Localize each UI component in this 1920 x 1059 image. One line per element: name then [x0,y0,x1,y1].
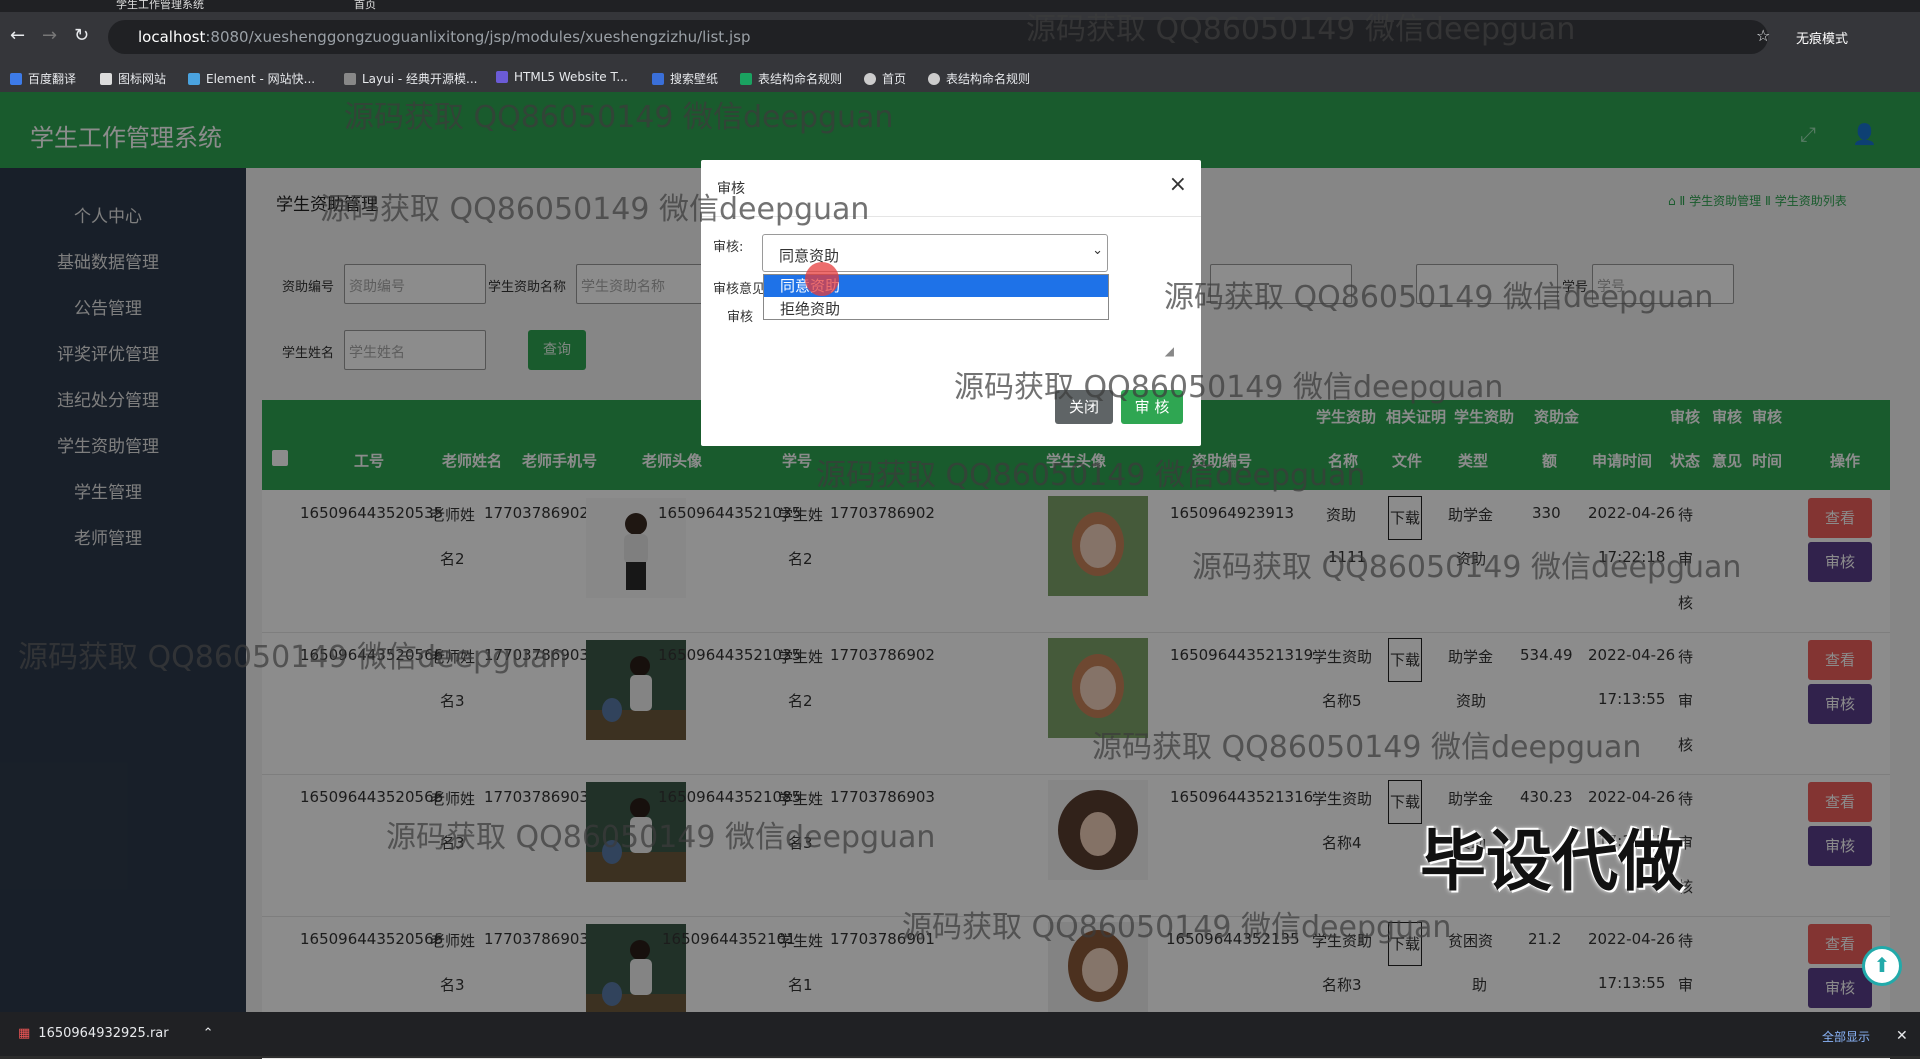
bookmark-6[interactable]: 表结构命名规则 [740,70,842,87]
back-icon[interactable]: ← [10,26,25,46]
star-icon[interactable]: ☆ [1756,26,1770,46]
download-item[interactable]: ▦ 1650964932925.rar ⌃ [18,1026,214,1041]
select-value: 同意资助 [779,247,840,265]
close-download-bar-icon[interactable]: ✕ [1896,1026,1908,1046]
opinion-label: 审核意见 [713,282,766,297]
watermark: 源码获取 QQ86050149 微信deepguan [816,458,1366,493]
browser-tabstrip: 学生工作管理系统 首页 [0,0,1920,12]
bookmark-5[interactable]: 搜索壁纸 [652,70,718,87]
archive-icon: ▦ [18,1026,31,1041]
watermark: 源码获取 QQ86050149 微信deepguan [1026,12,1576,47]
bookmark-3[interactable]: Layui - 经典开源模... [344,70,477,87]
bookmark-7[interactable]: 首页 [864,70,906,87]
bookmark-4[interactable]: HTML5 Website T... [496,70,628,84]
resize-handle-icon[interactable]: ◢ [1165,344,1174,358]
reload-icon[interactable]: ↻ [74,26,89,46]
option-reject[interactable]: 拒绝资助 [764,298,1108,320]
chevron-up-icon: ⌃ [202,1026,214,1041]
bookmark-8[interactable]: 表结构命名规则 [928,70,1030,87]
bookmark-2[interactable]: Element - 网站快... [188,70,315,87]
chevron-down-icon: ⌄ [1092,243,1103,258]
watermark-big: 毕设代做 [1420,823,1684,900]
tab-home[interactable]: 首页 [354,0,376,12]
watermark: 源码获取 QQ86050149 微信deepguan [386,820,936,855]
watermark: 源码获取 QQ86050149 微信deepguan [1092,730,1642,765]
watermark: 源码获取 QQ86050149 微信deepguan [954,370,1504,405]
tab-app[interactable]: 学生工作管理系统 [116,0,204,12]
watermark: 源码获取 QQ86050149 微信deepguan [344,100,894,135]
watermark: 源码获取 QQ86050149 微信deepguan [1192,550,1742,585]
watermark: 源码获取 QQ86050149 微信deepguan [1164,280,1714,315]
watermark: 源码获取 QQ86050149 微信deepguan [18,640,568,675]
show-all-downloads[interactable]: 全部显示 [1822,1028,1870,1045]
url-text: localhost:8080/xueshenggongzuoguanlixito… [138,28,751,46]
opinion-label-2: 审核 [727,310,754,325]
bookmark-1[interactable]: 图标网站 [100,70,166,87]
scroll-top-icon[interactable]: ⬆ [1862,946,1902,986]
watermark: 源码获取 QQ86050149 微信deepguan [320,192,870,227]
forward-icon[interactable]: → [42,26,57,46]
incognito-badge[interactable]: 无痕模式 [1796,28,1848,47]
status-label: 审核: [713,240,744,255]
bookmark-0[interactable]: 百度翻译 [10,70,76,87]
mouse-cursor-indicator [805,262,839,296]
close-icon[interactable]: × [1169,172,1187,197]
watermark: 源码获取 QQ86050149 微信deepguan [902,910,1452,945]
download-bar [0,1012,1920,1056]
